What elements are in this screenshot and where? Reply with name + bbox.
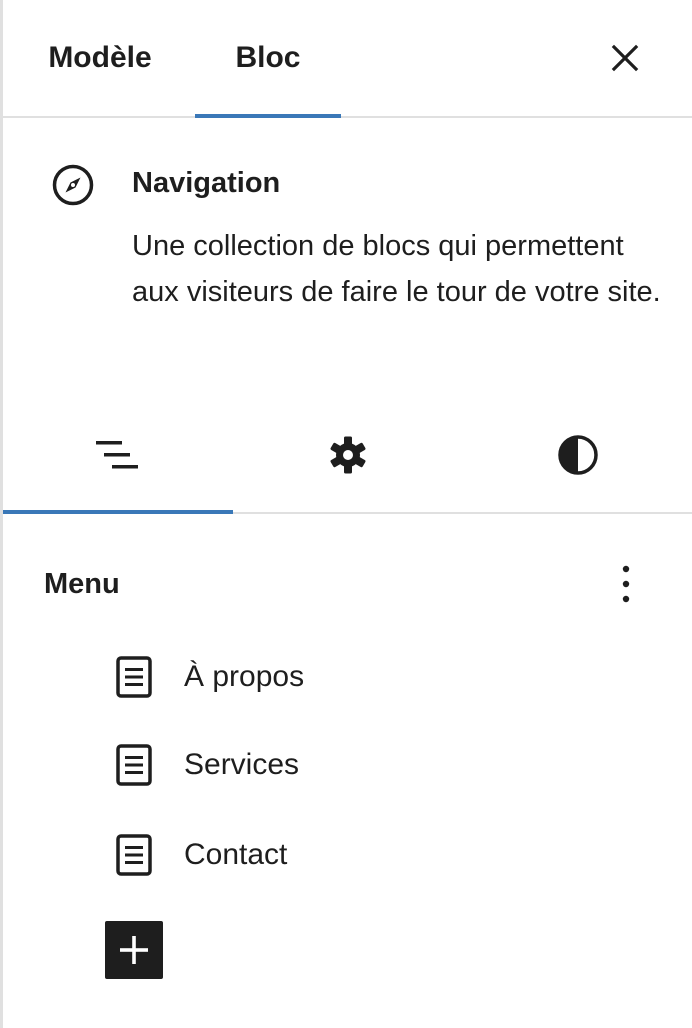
more-vertical-icon [622,565,630,603]
tab-styles[interactable] [463,398,692,512]
plus-icon [120,936,148,964]
menu-options-button[interactable] [604,558,648,610]
menu-item-label: À propos [184,660,305,693]
close-icon [611,44,639,72]
list-view-icon [96,441,138,469]
tab-settings[interactable] [233,398,463,512]
add-block-button[interactable] [105,921,163,979]
menu-title: Menu [44,568,120,600]
contrast-icon [558,435,598,475]
page-icon [104,735,164,795]
tab-bloc[interactable]: Bloc [195,0,341,118]
tab-modele[interactable]: Modèle [25,0,175,116]
gear-icon [330,436,366,474]
close-button[interactable] [599,34,651,82]
menu-item-a-propos[interactable]: À propos [104,647,624,707]
menu-item-services[interactable]: Services [104,735,624,795]
compass-icon [52,164,94,206]
block-description: Une collection de blocs qui permettent a… [132,230,661,308]
sidebar-header: Modèle Bloc [3,0,692,118]
menu-item-label: Contact [184,838,288,871]
tab-list-view[interactable] [3,398,233,514]
page-icon [104,825,164,885]
inspector-tabs [3,398,692,514]
menu-item-contact[interactable]: Contact [104,825,624,885]
menu-item-label: Services [184,748,300,781]
page-icon [104,647,164,707]
block-card: Navigation Une collection de blocs qui p… [3,118,692,388]
block-title: Navigation [132,167,281,199]
